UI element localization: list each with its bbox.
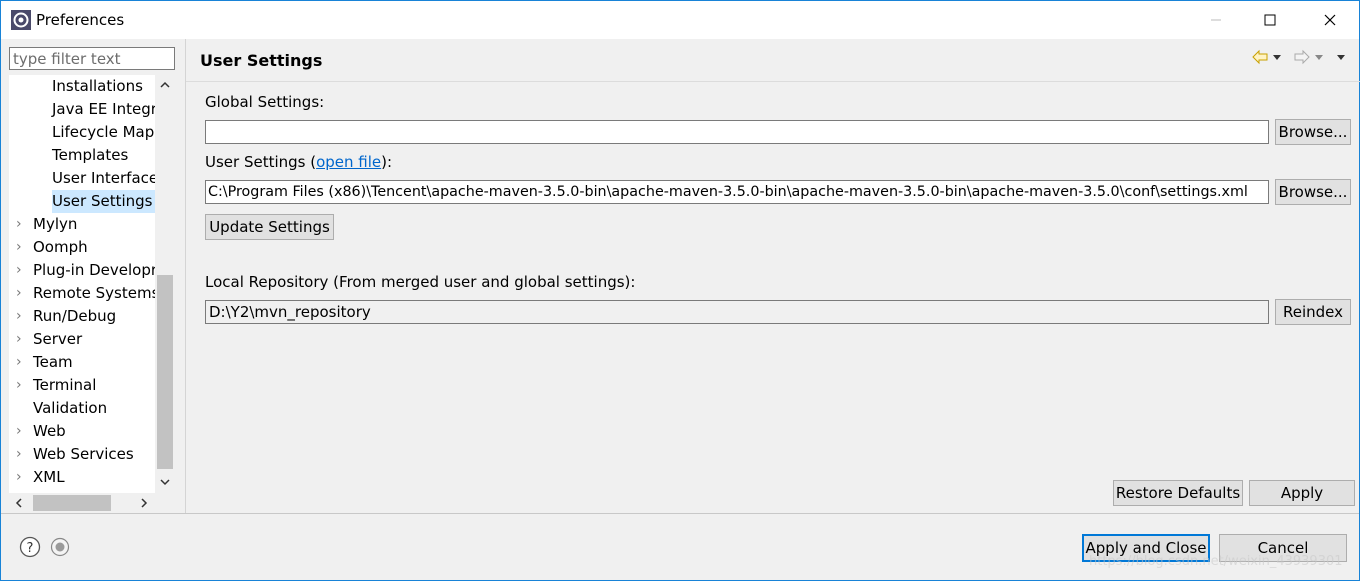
tree-item[interactable]: › Remote Systems	[16, 282, 155, 305]
scroll-left-icon[interactable]	[12, 496, 26, 510]
open-file-link[interactable]: open file	[316, 153, 381, 171]
tree-item-label: Team	[33, 353, 73, 371]
tree-item-label: Web Services	[33, 445, 134, 463]
tree-item[interactable]: Templates	[52, 144, 128, 167]
tree-item-label: Oomph	[33, 238, 88, 256]
tree-item[interactable]: › Run/Debug	[16, 305, 117, 328]
tree-item[interactable]: › Oomph	[16, 236, 88, 259]
tree-item-label: Run/Debug	[33, 307, 117, 325]
tree-item[interactable]: User Interface	[52, 167, 155, 190]
restore-defaults-button[interactable]: Restore Defaults	[1113, 480, 1243, 506]
update-settings-button[interactable]: Update Settings	[205, 214, 334, 240]
user-settings-label: User Settings (open file):	[205, 153, 392, 171]
scrollbar-corner	[155, 493, 175, 513]
user-settings-field[interactable]: C:\Program Files (x86)\Tencent\apache-ma…	[205, 180, 1269, 204]
expand-chevron-right-icon[interactable]: ›	[16, 259, 28, 282]
tree-item-label: Lifecycle Mapp	[52, 123, 155, 141]
vertical-scroll-thumb[interactable]	[157, 275, 173, 469]
tree-item-label: Installations	[52, 77, 143, 95]
view-menu-chevron-down-icon[interactable]	[1336, 54, 1346, 62]
global-browse-button[interactable]: Browse...	[1275, 119, 1351, 145]
back-menu-chevron-down-icon[interactable]	[1272, 54, 1282, 62]
filter-input[interactable]	[9, 47, 175, 70]
local-repository-label: Local Repository (From merged user and g…	[205, 273, 636, 291]
expand-chevron-right-icon[interactable]: ›	[16, 443, 28, 466]
back-arrow-icon[interactable]	[1252, 49, 1268, 65]
tree-item-label: XML	[33, 468, 65, 486]
help-icon[interactable]: ?	[19, 536, 41, 558]
close-icon[interactable]	[1307, 1, 1353, 39]
scroll-up-icon[interactable]	[158, 78, 172, 92]
tree-item[interactable]: › Team	[16, 351, 73, 374]
global-settings-field[interactable]	[205, 120, 1269, 144]
tree-item[interactable]: Installations	[52, 75, 143, 98]
tree-item[interactable]: › XML	[16, 466, 65, 489]
preferences-window: Preferences Installations Java EE Integra…	[0, 0, 1360, 581]
tree-item-label: Plug-in Developr	[33, 261, 155, 279]
tree-item[interactable]: Validation	[33, 397, 107, 420]
maximize-icon[interactable]	[1247, 1, 1293, 39]
watermark: https://blog.csdn.net/weixin_43939301	[1089, 554, 1343, 569]
tree-item-label: Server	[33, 330, 83, 348]
horizontal-scroll-thumb[interactable]	[33, 495, 111, 511]
tree-item[interactable]: › Web Services	[16, 443, 134, 466]
window-title: Preferences	[36, 11, 125, 29]
expand-chevron-right-icon[interactable]: ›	[16, 328, 28, 351]
apply-button[interactable]: Apply	[1249, 480, 1355, 506]
user-settings-label-prefix: User Settings (	[205, 153, 317, 171]
expand-chevron-right-icon[interactable]: ›	[16, 213, 28, 236]
tree-item[interactable]: Java EE Integra	[52, 98, 155, 121]
tree-item[interactable]: User Settings	[52, 190, 155, 213]
record-macro-icon[interactable]	[50, 537, 70, 557]
tree-item[interactable]: › Terminal	[16, 374, 97, 397]
tree-item-label: Java EE Integra	[52, 100, 155, 118]
tree-item-label: Terminal	[33, 376, 97, 394]
tree-horizontal-scrollbar[interactable]	[9, 493, 155, 513]
local-repository-field[interactable]: D:\Y2\mvn_repository	[205, 300, 1269, 324]
tree-vertical-scrollbar[interactable]	[155, 75, 175, 493]
preferences-tree-pane: Installations Java EE Integra Lifecycle Ma…	[1, 39, 181, 513]
tree-item[interactable]: Lifecycle Mapp	[52, 121, 155, 144]
tree-item-label: User Interface	[52, 169, 155, 187]
reindex-button[interactable]: Reindex	[1275, 299, 1351, 325]
expand-chevron-right-icon[interactable]: ›	[16, 420, 28, 443]
tree-item[interactable]: › Web	[16, 420, 66, 443]
user-settings-label-suffix: ):	[381, 153, 393, 171]
preferences-tree: Installations Java EE Integra Lifecycle Ma…	[9, 75, 155, 493]
user-settings-page: User Settings Global Settings: Browse...…	[185, 39, 1360, 513]
forward-menu-chevron-down-icon[interactable]	[1314, 54, 1324, 62]
eclipse-app-icon	[11, 10, 31, 30]
tree-item[interactable]: › Plug-in Developr	[16, 259, 155, 282]
tree-item-label: Templates	[52, 146, 129, 164]
dialog-footer: ? Apply and Close Cancel https://blog.cs…	[1, 514, 1359, 580]
page-title: User Settings	[200, 51, 323, 70]
expand-chevron-right-icon[interactable]: ›	[16, 305, 28, 328]
page-header: User Settings	[186, 39, 1360, 83]
tree-item[interactable]: › Mylyn	[16, 213, 78, 236]
tree-item-label: Mylyn	[33, 215, 78, 233]
tree-item-label: Remote Systems	[33, 284, 155, 302]
svg-text:?: ?	[27, 541, 34, 556]
title-bar: Preferences	[1, 1, 1359, 39]
tree-item[interactable]: › Server	[16, 328, 83, 351]
scroll-right-icon[interactable]	[137, 496, 151, 510]
minimize-icon[interactable]	[1193, 1, 1239, 39]
expand-chevron-right-icon[interactable]: ›	[16, 236, 28, 259]
expand-chevron-right-icon[interactable]: ›	[16, 466, 28, 489]
expand-chevron-right-icon[interactable]: ›	[16, 374, 28, 397]
tree-item-label: Web	[33, 422, 66, 440]
header-separator	[186, 81, 1360, 82]
page-navigation	[1252, 49, 1352, 69]
scroll-down-icon[interactable]	[158, 475, 172, 489]
forward-arrow-icon[interactable]	[1294, 49, 1310, 65]
expand-chevron-right-icon[interactable]: ›	[16, 282, 28, 305]
global-settings-label: Global Settings:	[205, 93, 325, 111]
user-browse-button[interactable]: Browse...	[1275, 179, 1351, 205]
tree-item-label: User Settings	[52, 192, 153, 210]
expand-chevron-right-icon[interactable]: ›	[16, 351, 28, 374]
tree-item-label: Validation	[33, 399, 108, 417]
